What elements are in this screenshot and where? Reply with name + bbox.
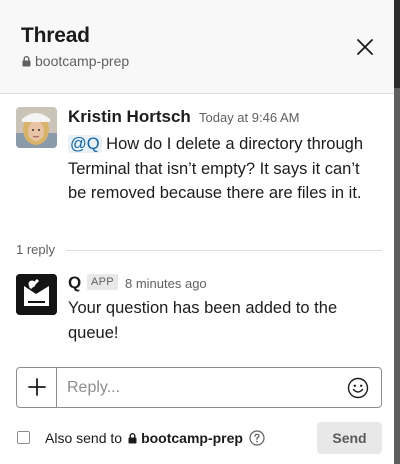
plus-icon [28,378,46,396]
message-body: How do I delete a directory through Term… [68,135,363,202]
channel-link[interactable]: bootcamp-prep [22,53,129,69]
emoji-icon [347,377,369,399]
also-send-text: Also send to [45,430,123,446]
close-icon [357,39,373,55]
also-send-channel: bootcamp-prep [128,430,243,446]
reply-message[interactable]: Q APP 8 minutes ago Your question has be… [0,266,394,356]
thread-title: Thread [21,24,90,47]
message-text: @Q How do I delete a directory through T… [68,132,378,206]
close-button[interactable] [354,36,376,58]
user-mention[interactable]: @Q [68,135,102,153]
app-avatar[interactable] [16,274,57,315]
send-button[interactable]: Send [317,422,382,454]
reply-input[interactable] [67,377,337,399]
message-text: Your question has been added to the queu… [68,299,338,342]
app-badge: APP [87,274,118,290]
channel-name: bootcamp-prep [35,53,130,69]
emoji-button[interactable] [347,377,369,399]
help-icon[interactable] [249,430,265,446]
message-timestamp[interactable]: Today at 9:46 AM [199,110,299,125]
message-timestamp[interactable]: 8 minutes ago [125,276,207,291]
window-edge [394,0,400,464]
thread-header: Thread bootcamp-prep [0,0,394,94]
also-send-label: Also send to bootcamp-prep [45,430,265,446]
parent-message[interactable]: Kristin Hortsch Today at 9:46 AM @Q How … [0,96,394,236]
lock-icon [128,432,137,443]
also-send-channel-name: bootcamp-prep [141,430,243,446]
composer-footer: Also send to bootcamp-prep Send [0,420,394,456]
avatar[interactable] [16,107,57,148]
lock-icon [22,56,31,67]
reply-composer [16,367,382,408]
divider-line [66,250,382,251]
message-author[interactable]: Q [68,273,81,293]
message-author[interactable]: Kristin Hortsch [68,107,191,127]
replies-divider: 1 reply [0,238,394,262]
also-send-checkbox[interactable] [17,431,30,444]
reply-count: 1 reply [16,242,56,257]
attach-button[interactable] [17,368,57,407]
